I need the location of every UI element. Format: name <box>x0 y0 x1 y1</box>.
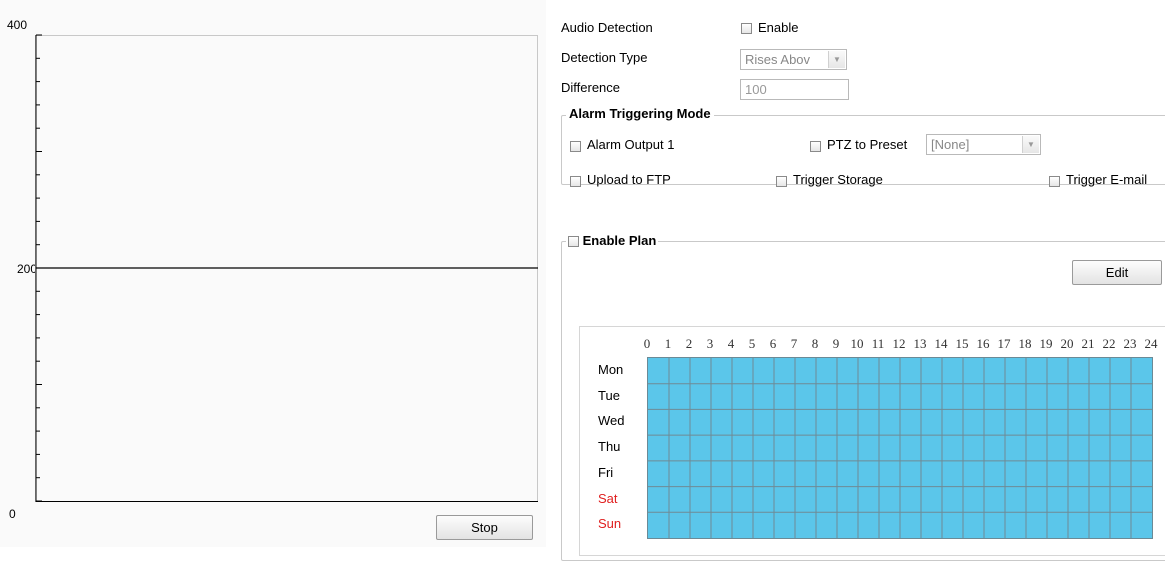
plan-legend: Enable Plan <box>566 233 659 248</box>
hour-label: 1 <box>664 336 672 351</box>
alarm-output-label: Alarm Output 1 <box>587 137 675 152</box>
difference-input[interactable]: 100 <box>740 79 849 100</box>
ptz-preset-label: PTZ to Preset <box>827 137 908 152</box>
difference-label: Difference <box>561 80 621 95</box>
detection-type-value: Rises Abov <box>745 52 811 67</box>
hour-label: 13 <box>913 336 927 351</box>
day-label-sat: Sat <box>598 490 618 506</box>
hour-label: 15 <box>955 336 969 351</box>
hour-label: 12 <box>892 336 906 351</box>
day-label-thu: Thu <box>598 439 621 455</box>
edit-button[interactable]: Edit <box>1072 260 1162 285</box>
hour-label: 9 <box>832 336 840 351</box>
hour-label: 24 <box>1144 336 1158 351</box>
ptz-preset-checkbox[interactable] <box>810 141 821 152</box>
audio-graph-panel: 400 200 0 Stop <box>0 0 546 547</box>
hour-label: 23 <box>1123 336 1137 351</box>
upload-ftp-checkbox[interactable] <box>570 176 581 187</box>
hour-label: 7 <box>790 336 798 351</box>
day-label-fri: Fri <box>598 464 614 480</box>
ptz-preset-value: [None] <box>931 137 970 152</box>
hour-label: 0 <box>643 336 651 351</box>
alarm-output-checkbox[interactable] <box>570 141 581 152</box>
chevron-down-icon: ▼ <box>828 51 845 68</box>
day-label-tue: Tue <box>598 387 620 403</box>
day-label-mon: Mon <box>598 362 624 377</box>
audio-detection-label: Audio Detection <box>561 20 653 35</box>
schedule-grid[interactable] <box>647 357 1153 539</box>
enable-plan-checkbox[interactable] <box>568 236 579 248</box>
hour-label: 14 <box>934 336 948 351</box>
trigger-email-checkbox[interactable] <box>1049 176 1060 187</box>
hour-label: 5 <box>748 336 756 351</box>
detection-type-label: Detection Type <box>561 50 648 65</box>
trigger-email-label: Trigger E-mail <box>1066 172 1148 187</box>
trigger-storage-label: Trigger Storage <box>793 172 883 187</box>
hour-label: 20 <box>1060 336 1074 351</box>
hour-label: 18 <box>1018 336 1032 351</box>
graph-axes <box>35 34 538 502</box>
schedule-grid-lines <box>648 358 1152 538</box>
chevron-down-icon: ▼ <box>1022 136 1039 153</box>
hour-label: 22 <box>1102 336 1116 351</box>
stop-button[interactable]: Stop <box>436 515 533 540</box>
hour-label: 4 <box>727 336 735 351</box>
trigger-storage-checkbox[interactable] <box>776 176 787 187</box>
enable-plan-label: Enable Plan <box>582 233 657 248</box>
day-label-wed: Wed <box>598 413 625 429</box>
hour-label: 17 <box>997 336 1011 351</box>
alarm-triggering-title: Alarm Triggering Mode <box>566 106 714 121</box>
hour-label: 21 <box>1081 336 1095 351</box>
hour-label: 6 <box>769 336 777 351</box>
detection-type-select[interactable]: Rises Abov ▼ <box>740 49 847 70</box>
enable-label: Enable <box>758 20 799 35</box>
hour-label: 10 <box>850 336 864 351</box>
hour-label: 19 <box>1039 336 1053 351</box>
hour-label: 16 <box>976 336 990 351</box>
ptz-preset-select[interactable]: [None] ▼ <box>926 134 1041 155</box>
enable-checkbox[interactable] <box>741 23 752 34</box>
hour-label: 11 <box>871 336 885 351</box>
upload-ftp-label: Upload to FTP <box>587 172 671 187</box>
day-label-sun: Sun <box>598 516 622 532</box>
difference-value: 100 <box>745 82 767 97</box>
hour-label: 8 <box>811 336 819 351</box>
hour-label: 3 <box>706 336 714 351</box>
hour-label: 2 <box>685 336 693 351</box>
